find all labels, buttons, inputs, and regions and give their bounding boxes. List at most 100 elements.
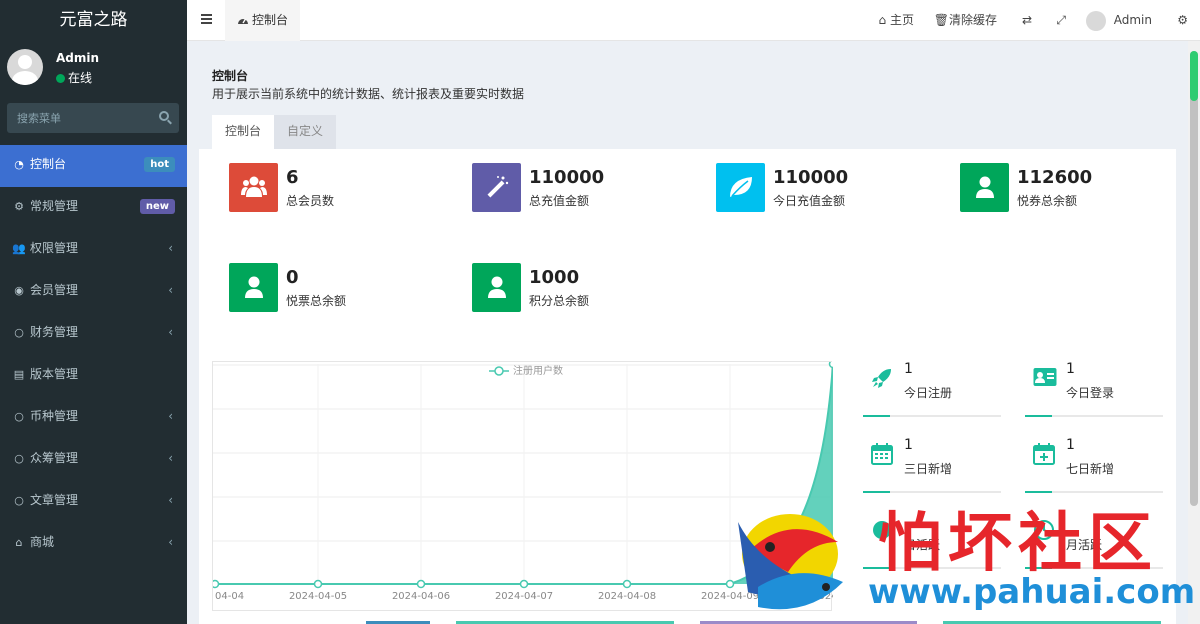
- sidebar-item-7[interactable]: ○ 众筹管理 ‹: [0, 439, 187, 481]
- home-icon: ⌂: [15, 536, 23, 549]
- cogs-icon: ⚙: [14, 200, 24, 213]
- menu-badge: new: [139, 199, 175, 214]
- x-tick-label: 04-04: [215, 591, 244, 602]
- home-icon: ⌂: [878, 13, 887, 27]
- circle-icon: ○: [14, 494, 24, 507]
- fullscreen-icon[interactable]: ⤢: [1056, 0, 1066, 41]
- mini-stat-value: 1: [1066, 361, 1075, 377]
- mini-stat: 1 今日登录: [1025, 361, 1163, 417]
- home-link[interactable]: ⌂ 主页: [879, 0, 914, 41]
- stat-card: 110000 今日充值金额: [716, 163, 946, 213]
- stat-card: 0 悦票总余额: [229, 263, 459, 313]
- sidebar-item-4[interactable]: ○ 财务管理 ‹: [0, 313, 187, 355]
- data-point: [313, 579, 323, 589]
- sidebar-item-label: 常规管理: [30, 199, 79, 213]
- x-tick-label: 2024-04-08: [598, 591, 656, 602]
- chevron-left-icon: ‹: [168, 535, 173, 549]
- circle-icon: ○: [14, 326, 24, 339]
- sidebar-item-label: 币种管理: [30, 409, 79, 423]
- stat-label: 积分总余额: [529, 294, 590, 308]
- mini-stat: 1 三日新增: [863, 437, 1001, 493]
- app-logo[interactable]: 元富之路: [0, 0, 187, 41]
- sidebar-item-label: 财务管理: [30, 325, 79, 339]
- menu-badge: hot: [144, 157, 175, 172]
- scrollbar[interactable]: [1188, 41, 1200, 624]
- avatar: [7, 49, 43, 85]
- stat-label: 悦票总余额: [286, 294, 347, 308]
- leaf-icon: [716, 163, 765, 212]
- circle-icon: ○: [14, 452, 24, 465]
- search-icon[interactable]: [159, 111, 169, 121]
- sidebar-item-8[interactable]: ○ 文章管理 ‹: [0, 481, 187, 523]
- file-icon: ▤: [13, 368, 25, 381]
- sidebar-item-label: 众筹管理: [30, 451, 79, 465]
- data-point: [519, 579, 529, 589]
- translate-icon[interactable]: ⇄: [1022, 0, 1032, 41]
- chevron-left-icon: ‹: [168, 241, 173, 255]
- user-icon: [960, 163, 1009, 212]
- data-point: [416, 579, 426, 589]
- stat-value: 0: [286, 267, 299, 288]
- circle-icon: ○: [14, 410, 24, 423]
- fish-logo-icon: [738, 514, 843, 610]
- sidebar-menu: ◔ 控制台 hot ⚙ 常规管理 new 👥 权限管理 ‹ ◉ 会员管理 ‹ ○ 财务管理 ‹ ▤ 版本管理 ○ 币…: [0, 145, 187, 565]
- stat-card: 1000 积分总余额: [472, 263, 702, 313]
- magic-icon: [472, 163, 521, 212]
- sidebar-item-5[interactable]: ▤ 版本管理: [0, 355, 187, 397]
- dashboard-icon: [238, 18, 248, 24]
- mini-stat-label: 今日注册: [904, 386, 953, 400]
- calendar-plus-icon: [1033, 443, 1055, 469]
- stat-card: 6 总会员数: [229, 163, 459, 213]
- stat-value: 6: [286, 167, 299, 188]
- sidebar-item-6[interactable]: ○ 币种管理 ‹: [0, 397, 187, 439]
- legend-label: 注册用户数: [513, 364, 563, 377]
- tab-custom[interactable]: 自定义: [274, 115, 337, 149]
- stat-value: 110000: [529, 167, 605, 188]
- sidebar-item-label: 商城: [30, 535, 55, 549]
- users-icon: [229, 163, 278, 212]
- stat-value: 112600: [1017, 167, 1093, 188]
- stat-value: 1000: [529, 267, 580, 288]
- sidebar-item-9[interactable]: ⌂ 商城 ‹: [0, 523, 187, 565]
- page-subtitle: 用于展示当前系统中的统计数据、统计报表及重要实时数据: [212, 87, 525, 101]
- user-status: 在线: [56, 69, 92, 86]
- hamburger-icon[interactable]: [201, 14, 212, 24]
- chevron-left-icon: ‹: [168, 409, 173, 423]
- stat-card: 110000 总充值金额: [472, 163, 702, 213]
- user-icon: [472, 263, 521, 312]
- search-input[interactable]: [7, 103, 147, 133]
- sidebar-item-label: 文章管理: [30, 493, 79, 507]
- clear-cache-button[interactable]: 🗑清除缓存: [934, 0, 997, 41]
- sidebar-item-label: 会员管理: [30, 283, 79, 297]
- tab-dashboard[interactable]: 控制台: [225, 0, 301, 41]
- stat-label: 总充值金额: [529, 194, 590, 208]
- stat-card: 112600 悦券总余额: [960, 163, 1190, 213]
- mini-stat-label: 七日新增: [1066, 462, 1115, 476]
- stat-value: 110000: [773, 167, 849, 188]
- online-dot-icon: [56, 74, 65, 83]
- sidebar: 元富之路 Admin 在线 ◔ 控制台 hot ⚙ 常规管理 new 👥 权限管理 ‹ ◉ 会员管理…: [0, 0, 187, 624]
- chevron-left-icon: ‹: [168, 493, 173, 507]
- data-point: [828, 359, 838, 369]
- chevron-left-icon: ‹: [168, 451, 173, 465]
- avatar: [1085, 10, 1106, 31]
- sidebar-item-label: 控制台: [30, 157, 67, 171]
- sidebar-item-0[interactable]: ◔ 控制台 hot: [0, 145, 187, 187]
- sidebar-item-2[interactable]: 👥 权限管理 ‹: [0, 229, 187, 271]
- user-circle-icon: ◉: [14, 284, 24, 297]
- stat-label: 总会员数: [286, 194, 335, 208]
- menu-search: [7, 103, 179, 133]
- watermark: 怕坏社区 www.pahuai.com: [728, 492, 1195, 622]
- x-tick-label: 2024-04-07: [495, 591, 553, 602]
- user-menu[interactable]: Admin: [1085, 0, 1152, 41]
- sidebar-item-3[interactable]: ◉ 会员管理 ‹: [0, 271, 187, 313]
- settings-gear-icon[interactable]: ⚙: [1177, 0, 1188, 41]
- page-title: 控制台: [212, 69, 249, 83]
- id-card-icon: [1033, 367, 1057, 391]
- top-header: 控制台 ⌂ 主页 🗑清除缓存 ⇄ ⤢ Admin ⚙: [187, 0, 1200, 41]
- tab-console[interactable]: 控制台: [212, 115, 275, 149]
- user-name: Admin: [56, 51, 100, 65]
- user-icon: [229, 263, 278, 312]
- users-icon: 👥: [12, 242, 26, 255]
- sidebar-item-1[interactable]: ⚙ 常规管理 new: [0, 187, 187, 229]
